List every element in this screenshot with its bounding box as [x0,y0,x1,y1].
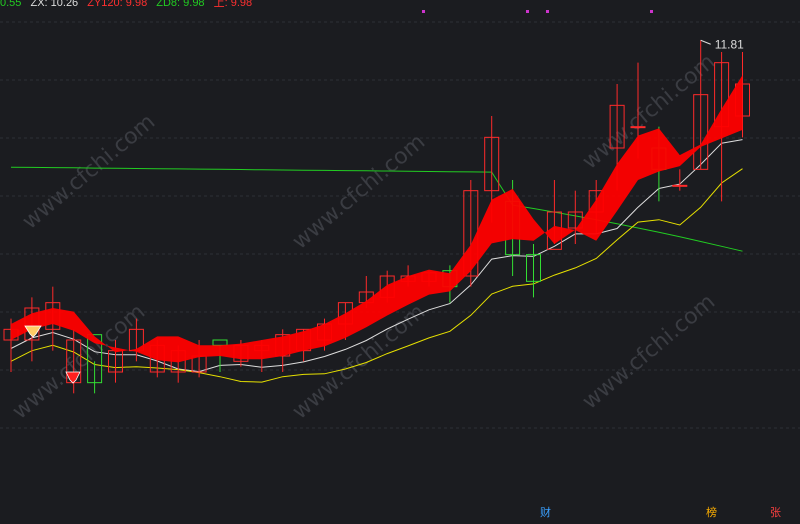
watermark-text: www.cfchi.com [578,289,720,414]
candle-body [212,339,228,346]
finance-flag[interactable]: 财 [540,506,551,520]
legend-item: ZD8: 9.98 [156,0,205,9]
legend-item: 0.55 [0,0,22,9]
indicator-legend: 0.55 ZX: 10.26 ZY120: 9.98 ZD8: 9.98 上: … [0,0,258,10]
marker-dot [422,10,425,13]
watermark-text: www.cfchi.com [288,129,430,254]
legend-item: 上: 9.98 [213,0,253,9]
candle-body [672,184,688,187]
limit-up-flag[interactable]: 张 [770,506,781,520]
top-markers [422,10,653,13]
high-price-label: 11.81 [715,37,744,51]
annotation-pointer [700,39,711,45]
legend-item: ZY120: 9.98 [87,0,148,9]
candle-body [630,126,646,129]
marker-dot [546,10,549,13]
watermark-text: www.cfchi.com [18,109,160,234]
ranking-flag[interactable]: 榜 [706,506,717,520]
annotations: 11.81 [700,37,744,51]
legend-item: ZX: 10.26 [30,0,79,9]
marker-dot [650,10,653,13]
candlestick-chart: www.cfchi.com www.cfchi.comwww.cfchi.com w… [0,10,800,429]
marker-dot [526,10,529,13]
